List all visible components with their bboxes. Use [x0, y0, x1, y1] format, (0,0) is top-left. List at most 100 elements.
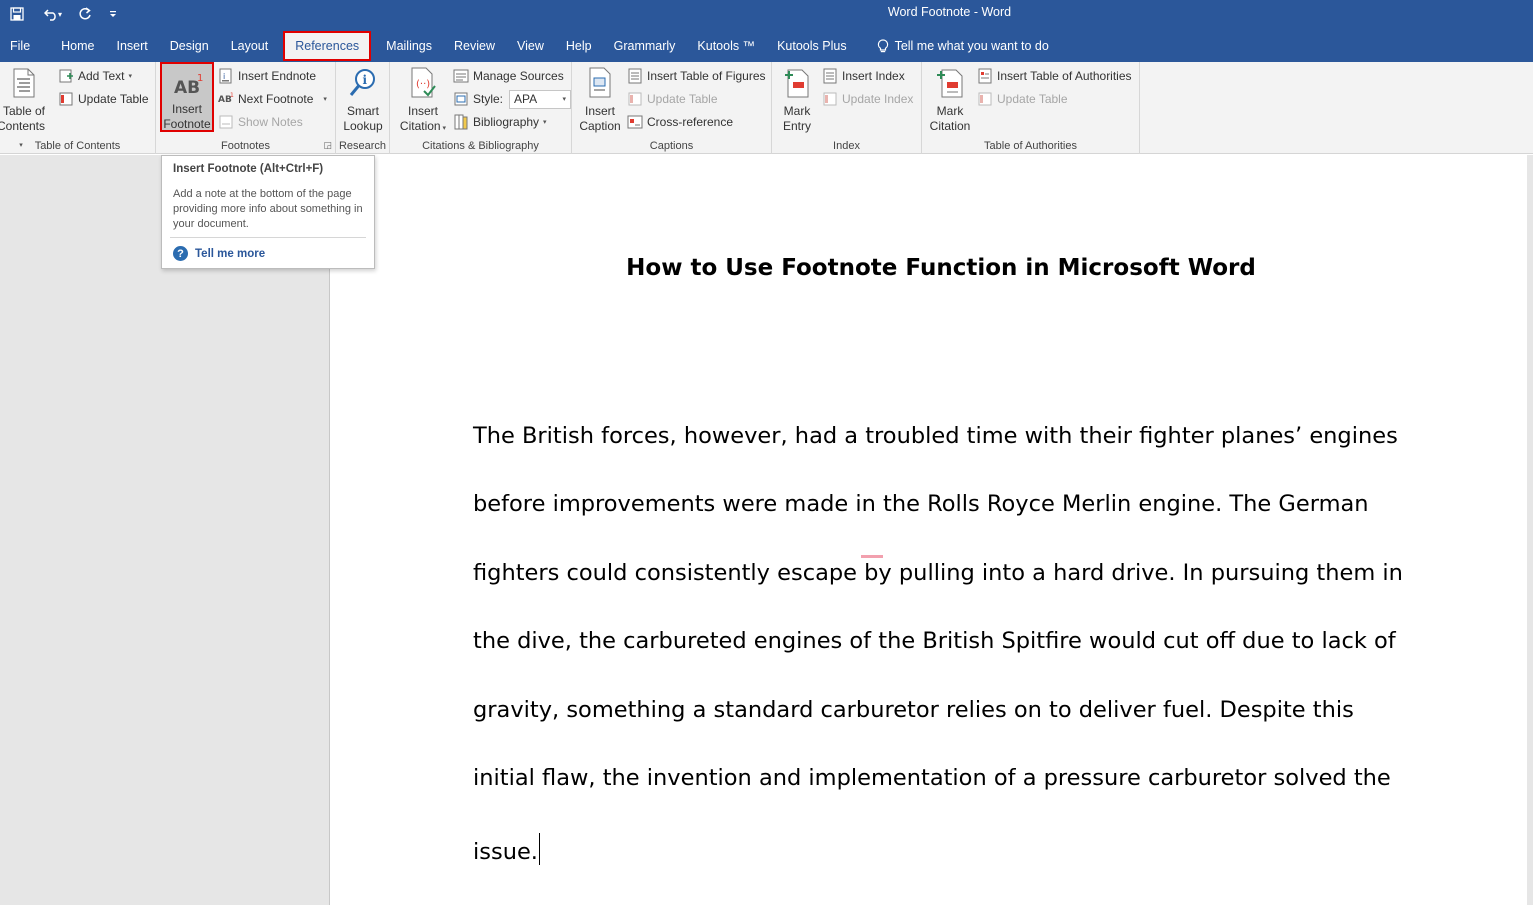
insert-index-icon — [822, 68, 838, 84]
tab-review[interactable]: Review — [443, 31, 506, 61]
tab-kutools[interactable]: Kutools ™ — [686, 31, 766, 61]
group-table-of-contents: Table of Contents ▾ Add Text ▾ Update Tab… — [0, 62, 156, 154]
title-bar: ▾ Word Footnote - Word File Home Insert … — [0, 0, 1533, 62]
group-label-footnotes: Footnotes — [221, 140, 270, 152]
group-index: Mark Entry Insert Index Update Index Ind… — [772, 62, 922, 154]
paragraph-line-5: gravity, something a standard carburetor… — [473, 697, 1354, 723]
insert-footnote-label-2: Footnote — [163, 117, 211, 131]
mark-citation-icon — [934, 66, 966, 100]
manage-sources-icon — [453, 68, 469, 84]
tell-me-more-text: Tell me more — [195, 247, 266, 260]
help-icon: ? — [173, 246, 188, 261]
insert-footnote-button[interactable]: AB 1 Insert Footnote — [160, 62, 214, 132]
document-page[interactable]: How to Use Footnote Function in Microsof… — [331, 155, 1527, 905]
update-table-toc-button[interactable]: Update Table — [58, 89, 149, 109]
citation-style-value: APA — [514, 92, 538, 106]
show-notes-icon — [218, 114, 234, 130]
ribbon-tabs: File Home Insert Design Layout Reference… — [0, 30, 1060, 62]
insert-endnote-button[interactable]: i Insert Endnote — [218, 66, 316, 86]
group-captions: Insert Caption Insert Table of Figures U… — [572, 62, 772, 154]
references-ribbon: Table of Contents ▾ Add Text ▾ Update Tab… — [0, 62, 1533, 154]
citation-style-control: Style: APA ▾ — [453, 89, 572, 109]
tab-kutools-plus[interactable]: Kutools Plus — [766, 31, 857, 61]
document-title: How to Use Footnote Function in Microsof… — [626, 255, 1256, 281]
group-label-toc: Table of Contents — [34, 140, 121, 152]
footnotes-dialog-launcher-icon[interactable]: ◲ — [323, 140, 332, 151]
update-table-icon — [58, 91, 74, 107]
tab-references[interactable]: References — [283, 31, 372, 61]
tab-grammarly[interactable]: Grammarly — [603, 31, 687, 61]
group-table-of-authorities: Mark Citation Insert Table of Authoritie… — [922, 62, 1140, 154]
spelling-squiggle — [861, 555, 883, 558]
tab-insert[interactable]: Insert — [106, 31, 159, 61]
tab-home[interactable]: Home — [50, 31, 105, 61]
update-index-icon — [822, 91, 838, 107]
text-cursor — [538, 833, 540, 865]
insert-footnote-icon: AB 1 — [173, 70, 203, 98]
insert-caption-button[interactable]: Insert Caption — [576, 66, 624, 134]
insert-citation-button[interactable]: (··) Insert Citation ▾ — [394, 66, 452, 136]
mark-citation-button[interactable]: Mark Citation — [926, 66, 974, 134]
paragraph-line-7-wrap: issue. — [473, 833, 540, 865]
bibliography-button[interactable]: Bibliography ▾ — [453, 112, 547, 132]
tab-design[interactable]: Design — [159, 31, 220, 61]
update-table-figures-icon — [627, 91, 643, 107]
insert-footnote-tooltip: Insert Footnote (Alt+Ctrl+F) Add a note … — [161, 155, 375, 269]
cross-reference-icon — [627, 114, 643, 130]
insert-caption-icon — [584, 66, 616, 100]
mark-entry-button[interactable]: Mark Entry — [776, 66, 818, 134]
svg-text:(··): (··) — [416, 79, 430, 90]
show-notes-button[interactable]: Show Notes — [218, 112, 303, 132]
window-title: Word Footnote - Word — [887, 5, 1012, 19]
tab-layout[interactable]: Layout — [220, 31, 280, 61]
svg-text:i: i — [223, 72, 225, 81]
paragraph-line-2: before improvements were made in the Rol… — [473, 491, 1369, 517]
insert-citation-icon: (··) — [407, 66, 439, 100]
table-of-authorities-icon — [977, 68, 993, 84]
group-label-captions: Captions — [649, 140, 694, 152]
svg-text:1: 1 — [230, 92, 234, 99]
tooltip-title: Insert Footnote (Alt+Ctrl+F) — [173, 163, 324, 175]
insert-footnote-label-1: Insert — [171, 102, 202, 116]
update-table-figures-button[interactable]: Update Table — [627, 89, 718, 109]
group-label-research: Research — [338, 140, 387, 152]
paragraph-line-3: fighters could consistently escape by pu… — [473, 560, 1403, 586]
paragraph-line-6: initial flaw, the invention and implemen… — [473, 765, 1391, 791]
insert-index-button[interactable]: Insert Index — [822, 66, 905, 86]
manage-sources-button[interactable]: Manage Sources — [453, 66, 564, 86]
group-label-citations: Citations & Bibliography — [422, 140, 539, 152]
lightbulb-icon — [877, 38, 888, 52]
svg-text:i: i — [363, 73, 368, 87]
tell-me-box[interactable]: Tell me what you want to do — [866, 31, 1060, 61]
tell-me-more-link[interactable]: ? Tell me more — [173, 246, 265, 261]
tooltip-description: Add a note at the bottom of the page pro… — [173, 188, 363, 230]
add-text-button[interactable]: Add Text ▾ — [58, 66, 132, 86]
update-table-authorities-icon — [977, 91, 993, 107]
citation-style-select[interactable]: APA ▾ — [509, 89, 572, 109]
chevron-down-icon: ▾ — [562, 96, 567, 103]
style-icon — [453, 91, 469, 107]
cross-reference-button[interactable]: Cross-reference — [627, 112, 733, 132]
paragraph-line-7: issue. — [473, 839, 538, 865]
tab-help[interactable]: Help — [555, 31, 603, 61]
table-of-figures-icon — [627, 68, 643, 84]
group-label-index: Index — [833, 140, 860, 152]
tab-mailings[interactable]: Mailings — [375, 31, 443, 61]
svg-text:1: 1 — [197, 73, 203, 84]
update-index-button[interactable]: Update Index — [822, 89, 913, 109]
insert-table-of-figures-button[interactable]: Insert Table of Figures — [627, 66, 766, 86]
next-footnote-icon: AB 1 — [218, 91, 234, 107]
bibliography-icon — [453, 114, 469, 130]
update-table-authorities-button[interactable]: Update Table — [977, 89, 1068, 109]
insert-table-of-authorities-button[interactable]: Insert Table of Authorities — [977, 66, 1132, 86]
tell-me-text: Tell me what you want to do — [894, 39, 1049, 53]
add-text-icon — [58, 68, 74, 84]
smart-lookup-icon: i — [347, 66, 379, 100]
table-of-contents-icon — [8, 66, 40, 100]
mark-entry-icon — [781, 66, 813, 100]
group-citations-bibliography: (··) Insert Citation ▾ Manage Sources St… — [390, 62, 572, 154]
tab-file[interactable]: File — [0, 31, 50, 61]
tab-view[interactable]: View — [506, 31, 555, 61]
next-footnote-button[interactable]: AB 1 Next Footnote ▾ — [218, 89, 327, 109]
smart-lookup-button[interactable]: i Smart Lookup — [340, 66, 386, 134]
